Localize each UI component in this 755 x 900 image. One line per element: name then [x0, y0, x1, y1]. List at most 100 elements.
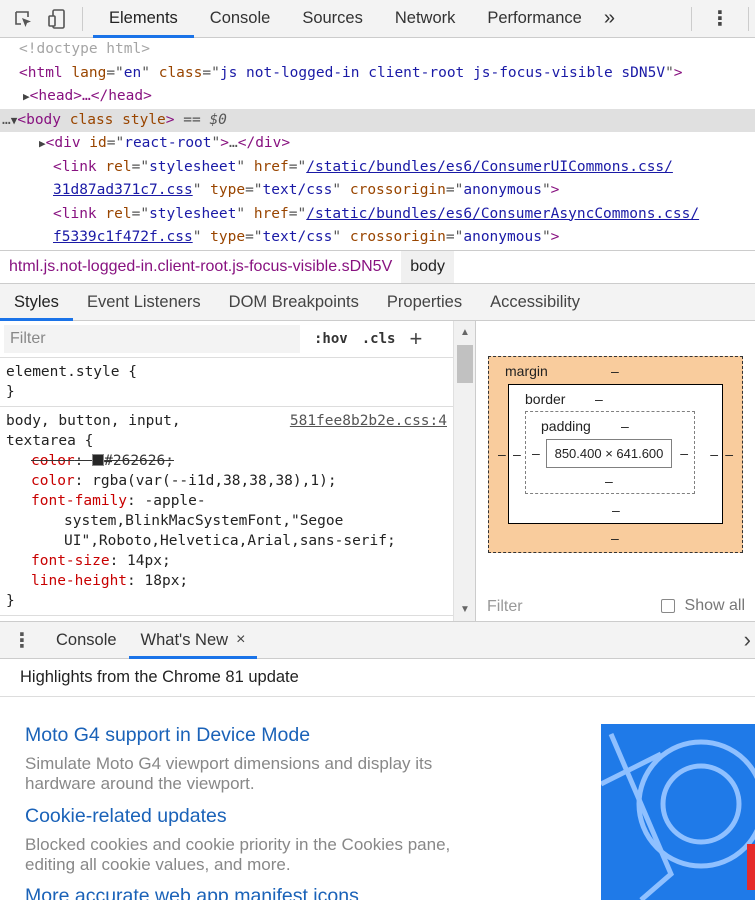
box-model-margin[interactable]: margin – – – – border – – – – padding – … — [488, 356, 743, 553]
link-crossorigin-value: anonymous — [463, 229, 542, 245]
padding-top-value[interactable]: – — [621, 418, 629, 434]
hover-state-button[interactable]: :hov — [314, 331, 348, 347]
margin-top-value[interactable]: – — [611, 363, 619, 379]
border-bottom-value[interactable]: – — [612, 502, 620, 518]
box-model-content-size[interactable]: 850.400 × 641.600 — [546, 439, 672, 468]
rule-close-brace: } — [6, 593, 15, 609]
dom-link-node[interactable]: <link rel="stylesheet" href="/static/bun… — [0, 203, 755, 227]
margin-right-value[interactable]: – — [725, 446, 733, 462]
padding-label: padding — [541, 418, 591, 434]
show-all-checkbox[interactable]: Show all — [660, 597, 745, 615]
menu-icon[interactable]: ⋮ — [710, 6, 730, 31]
doctype-text: <!doctype html> — [19, 41, 150, 57]
body-style-attr: style — [122, 111, 166, 128]
color-declaration[interactable]: color: rgba(var(--i1d,38,38,38),1); — [6, 471, 475, 491]
device-toggle-icon[interactable] — [44, 6, 70, 32]
tab-performance[interactable]: Performance — [471, 0, 597, 38]
border-left-value[interactable]: – — [513, 446, 521, 462]
tab-network[interactable]: Network — [379, 0, 472, 38]
element-style-selector: element.style { — [6, 364, 137, 380]
link-href-cont[interactable]: 31d87ad371c7.css — [53, 182, 193, 198]
tab-event-listeners[interactable]: Event Listeners — [73, 284, 215, 321]
dom-doctype[interactable]: <!doctype html> — [0, 38, 755, 62]
prop-value: 14px; — [127, 553, 171, 569]
font-family-declaration[interactable]: font-family: -apple- — [6, 491, 475, 511]
list-item[interactable]: Cookie-related updates Blocked cookies a… — [25, 803, 450, 874]
link-rel-value: stylesheet — [149, 205, 237, 222]
scroll-up-icon[interactable]: ▲ — [460, 327, 470, 338]
breadcrumb-html[interactable]: html.js.not-logged-in.client-root.js-foc… — [0, 251, 401, 283]
dom-html-node[interactable]: <html lang="en" class="js not-logged-in … — [0, 62, 755, 86]
scroll-thumb[interactable] — [457, 345, 473, 383]
prop-value: #262626 — [104, 453, 166, 469]
overridden-color-declaration[interactable]: color: #262626; — [6, 451, 475, 471]
drawer-tab-console[interactable]: Console — [44, 622, 129, 659]
feature-description-cont: editing all cookie values, and more. — [25, 854, 291, 874]
line-height-declaration[interactable]: line-height: 18px; — [6, 571, 475, 591]
scroll-down-icon[interactable]: ▼ — [460, 604, 470, 615]
add-rule-icon[interactable]: + — [409, 328, 422, 350]
feature-title-link[interactable]: Moto G4 support in Device Mode — [25, 722, 432, 748]
list-item[interactable]: More accurate web app manifest icons — [25, 883, 359, 900]
checkbox-icon[interactable] — [660, 599, 675, 613]
rule-source-link[interactable]: 581fee8b2b2e.css:4 — [290, 411, 447, 431]
link-href[interactable]: /static/bundles/es6/ConsumerAsyncCommons… — [306, 206, 699, 222]
border-top-value[interactable]: – — [595, 391, 603, 407]
link-href-cont[interactable]: f5339c1f472f.css — [53, 229, 193, 245]
link-href[interactable]: /static/bundles/es6/ConsumerUICommons.cs… — [306, 159, 673, 175]
node-actions-icon[interactable]: … — [2, 112, 11, 128]
close-icon[interactable]: × — [236, 631, 245, 649]
dom-div-node[interactable]: ▶<div id="react-root">…</div> — [0, 132, 755, 156]
box-model-border[interactable]: border – – – – padding – – – – 850.400 ×… — [508, 384, 723, 524]
padding-left-value[interactable]: – — [532, 445, 540, 461]
margin-left-value[interactable]: – — [498, 446, 506, 462]
expand-triangle-icon[interactable]: ▶ — [23, 90, 30, 103]
close-drawer-icon[interactable]: › — [744, 627, 751, 653]
body-style-rule[interactable]: 581fee8b2b2e.css:4 body, button, input, … — [0, 407, 475, 616]
tab-sources[interactable]: Sources — [286, 0, 379, 38]
devtools-toolbar: Elements Console Sources Network Perform… — [0, 0, 755, 38]
more-tabs-icon[interactable]: » — [604, 7, 615, 30]
tab-console[interactable]: Console — [194, 0, 287, 38]
drawer-tab-whats-new[interactable]: What's New × — [128, 622, 258, 659]
box-model-padding[interactable]: padding – – – – 850.400 × 641.600 — [525, 411, 695, 494]
breadcrumb-body[interactable]: body — [401, 251, 454, 283]
list-item[interactable]: Moto G4 support in Device Mode Simulate … — [25, 722, 432, 793]
whats-new-heading: Highlights from the Chrome 81 update — [0, 659, 755, 697]
color-swatch-icon[interactable] — [92, 454, 105, 466]
div-ellipsis: … — [229, 135, 238, 151]
show-all-label: Show all — [684, 597, 745, 614]
sidebar-tabs: Styles Event Listeners DOM Breakpoints P… — [0, 284, 755, 321]
feature-title-link[interactable]: More accurate web app manifest icons — [25, 883, 359, 900]
head-collapsed-text: <head>…</head> — [29, 88, 152, 104]
drawer-menu-icon[interactable]: ⋮ — [0, 628, 44, 653]
class-toggle-button[interactable]: .cls — [362, 331, 396, 347]
tab-elements[interactable]: Elements — [93, 0, 194, 38]
html-class-value: js not-logged-in client-root js-focus-vi… — [219, 64, 666, 81]
font-size-declaration[interactable]: font-size: 14px; — [6, 551, 475, 571]
feature-description: Blocked cookies and cookie priority in t… — [25, 835, 451, 854]
styles-pane: :hov .cls + element.style { } 581fee8b2b… — [0, 321, 476, 621]
margin-bottom-value[interactable]: – — [611, 530, 619, 546]
styles-scrollbar[interactable]: ▲ ▼ — [453, 321, 475, 621]
padding-right-value[interactable]: – — [680, 445, 688, 461]
inspect-element-icon[interactable] — [10, 6, 36, 32]
computed-filter-input[interactable]: Filter — [487, 598, 523, 616]
tab-styles[interactable]: Styles — [0, 284, 73, 321]
dom-body-node[interactable]: …▼<body class style> == $0 — [0, 108, 755, 132]
prop-value: 18px; — [144, 573, 189, 589]
border-right-value[interactable]: – — [710, 446, 718, 462]
dom-link-node[interactable]: <link rel="stylesheet" href="/static/bun… — [0, 156, 755, 180]
expand-triangle-icon[interactable]: ▶ — [39, 137, 46, 150]
toolbar-separator — [691, 6, 692, 31]
styles-filter-input[interactable] — [4, 325, 300, 353]
tab-accessibility[interactable]: Accessibility — [476, 284, 594, 321]
tab-properties[interactable]: Properties — [373, 284, 476, 321]
selected-marker: == $0 — [183, 111, 227, 128]
dom-head-node[interactable]: ▶<head>…</head> — [0, 85, 755, 109]
element-style-rule[interactable]: element.style { } — [0, 357, 475, 407]
padding-bottom-value[interactable]: – — [605, 473, 613, 489]
feature-title-link[interactable]: Cookie-related updates — [25, 803, 450, 829]
rule-selector-cont: textarea { — [6, 433, 94, 449]
tab-dom-breakpoints[interactable]: DOM Breakpoints — [215, 284, 373, 321]
